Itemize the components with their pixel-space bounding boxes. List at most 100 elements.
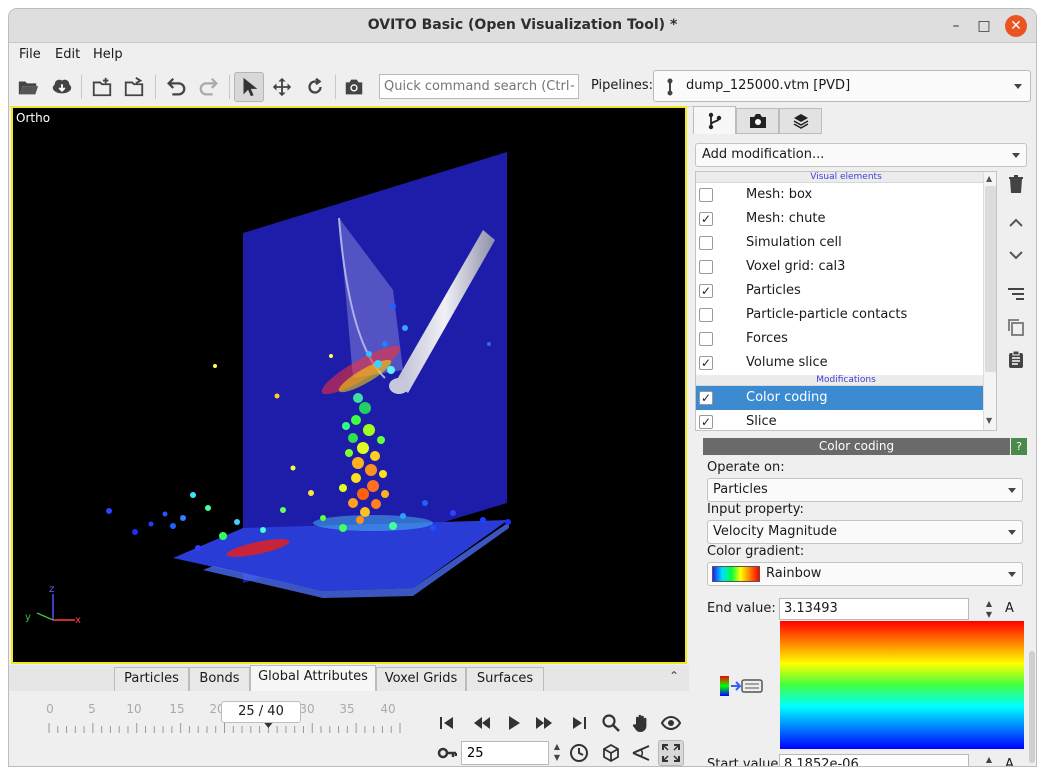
list-item-mesh-chute[interactable]: ✓ Mesh: chute (696, 207, 996, 231)
move-down-icon[interactable] (1003, 242, 1029, 268)
command-panel: Add modification... Visual elements Mesh… (693, 106, 1036, 766)
maximize-button[interactable]: □ (973, 15, 995, 37)
checkbox[interactable] (699, 308, 713, 322)
render-camera-icon[interactable] (339, 72, 369, 102)
axis-x-label: x (75, 615, 81, 626)
tab-overlays[interactable] (779, 108, 822, 134)
tab-global-attributes[interactable]: Global Attributes (250, 665, 376, 691)
copy-icon[interactable] (1003, 314, 1029, 340)
checkbox[interactable]: ✓ (699, 356, 713, 370)
open-file-icon[interactable] (13, 72, 43, 102)
menu-help[interactable]: Help (93, 47, 123, 62)
zoom-icon[interactable] (598, 710, 624, 736)
tab-voxel-grids[interactable]: Voxel Grids (376, 667, 466, 691)
close-button[interactable]: ✕ (1005, 15, 1027, 37)
selection-mode-icon[interactable] (234, 72, 264, 102)
move-icon[interactable] (267, 72, 297, 102)
checkbox[interactable] (699, 260, 713, 274)
panel-scrollbar[interactable] (1028, 446, 1036, 766)
frame-slider-thumb[interactable]: 25 / 40 (221, 701, 301, 723)
minimize-button[interactable]: – (945, 15, 967, 37)
play-icon[interactable] (501, 710, 527, 736)
list-item-particles[interactable]: ✓ Particles (696, 279, 996, 303)
list-item-slice[interactable]: ✓ Slice (696, 410, 996, 430)
checkbox[interactable]: ✓ (699, 415, 713, 429)
tab-pipeline[interactable] (693, 106, 736, 134)
checkbox[interactable] (699, 188, 713, 202)
ruler-label: 0 (46, 702, 54, 716)
tab-particles[interactable]: Particles (114, 667, 189, 691)
input-property-value: Velocity Magnitude (713, 524, 838, 539)
checkbox[interactable]: ✓ (699, 284, 713, 298)
pipeline-icon (667, 78, 673, 96)
ruler-label: 35 (339, 702, 355, 716)
load-remote-icon[interactable] (47, 72, 77, 102)
tab-render[interactable] (736, 108, 779, 134)
delete-trash-icon[interactable] (1003, 171, 1029, 197)
undo-icon[interactable] (161, 72, 191, 102)
list-item-forces[interactable]: Forces (696, 327, 996, 351)
checkbox[interactable] (699, 332, 713, 346)
start-value-unit[interactable]: A (1005, 757, 1014, 766)
list-item-voxel-grid[interactable]: Voxel grid: cal3 (696, 255, 996, 279)
adjust-range-icon[interactable] (720, 674, 764, 698)
frame-spinner[interactable]: ▲ ▼ (551, 741, 563, 763)
viewport-caption[interactable]: Ortho (16, 111, 50, 125)
input-property-select[interactable]: Velocity Magnitude (707, 520, 1023, 544)
previous-frame-icon[interactable] (469, 710, 495, 736)
tab-surfaces[interactable]: Surfaces (466, 667, 544, 691)
checkbox[interactable]: ✓ (699, 212, 713, 226)
pipeline-selector[interactable]: dump_125000.vtm [PVD] (653, 70, 1031, 102)
list-item-simulation-cell[interactable]: Simulation cell (696, 231, 996, 255)
checkbox[interactable]: ✓ (699, 391, 713, 405)
jump-to-start-icon[interactable] (434, 710, 460, 736)
menu-edit[interactable]: Edit (55, 47, 80, 62)
group-icon[interactable] (1003, 282, 1029, 308)
animation-settings-icon[interactable] (566, 740, 592, 766)
tab-bonds[interactable]: Bonds (189, 667, 250, 691)
menu-file[interactable]: File (19, 47, 41, 62)
end-value-spinner[interactable]: ▲ ▼ (983, 598, 995, 620)
pipeline-editor-list: Visual elements Mesh: box ✓ Mesh: chute S… (695, 171, 997, 431)
move-up-icon[interactable] (1003, 210, 1029, 236)
help-button[interactable]: ? (1011, 438, 1027, 455)
field-of-view-icon[interactable] (628, 740, 654, 766)
toolbar: Pipelines: dump_125000.vtm [PVD] (9, 67, 1036, 107)
menu-bar: File Edit Help (9, 44, 1036, 66)
pipeline-value: dump_125000.vtm [PVD] (686, 78, 851, 93)
add-modification-dropdown[interactable]: Add modification... (695, 143, 1027, 167)
ruler-label: 40 (380, 702, 396, 716)
list-item-volume-slice[interactable]: ✓ Volume slice (696, 351, 996, 375)
next-frame-icon[interactable] (531, 710, 557, 736)
end-value-input[interactable]: 3.13493 (779, 598, 969, 620)
color-gradient-select[interactable]: Rainbow (707, 562, 1023, 586)
end-value-unit[interactable]: A (1005, 601, 1014, 616)
start-value-input[interactable]: 8.1852e-06 (779, 754, 969, 766)
quick-command-search-input[interactable] (379, 74, 579, 99)
layers-icon (793, 114, 808, 129)
redo-icon[interactable] (194, 72, 224, 102)
zoom-all-icon[interactable] (598, 740, 624, 766)
clipboard-icon[interactable] (1003, 346, 1029, 372)
list-item-contacts[interactable]: Particle-particle contacts (696, 303, 996, 327)
pan-hand-icon[interactable] (628, 710, 654, 736)
auto-key-icon[interactable] (434, 740, 460, 766)
orbit-eye-icon[interactable] (658, 710, 684, 736)
animation-panel: 0 5 10 15 20 25 30 35 40 25 / 40 ▲▼ (9, 692, 689, 766)
current-frame-input[interactable] (461, 741, 549, 765)
viewport-ortho[interactable]: z x y Ortho (11, 106, 687, 664)
start-value-label: Start value: (707, 757, 783, 766)
list-item-mesh-box[interactable]: Mesh: box (696, 183, 996, 207)
start-value-spinner[interactable]: ▲▼ (983, 754, 995, 766)
rotate-icon[interactable] (300, 72, 330, 102)
chevron-up-icon[interactable]: ⌃ (669, 669, 679, 683)
save-session-icon[interactable] (87, 72, 117, 102)
jump-to-end-icon[interactable] (566, 710, 592, 736)
maximize-viewport-icon[interactable] (658, 740, 684, 766)
save-session-as-icon[interactable] (119, 72, 149, 102)
list-item-color-coding[interactable]: ✓ Color coding (696, 386, 996, 410)
list-scrollbar[interactable]: ▲ ▼ (983, 172, 996, 430)
checkbox[interactable] (699, 236, 713, 250)
operate-on-select[interactable]: Particles (707, 478, 1023, 502)
chevron-down-icon (1012, 153, 1020, 158)
